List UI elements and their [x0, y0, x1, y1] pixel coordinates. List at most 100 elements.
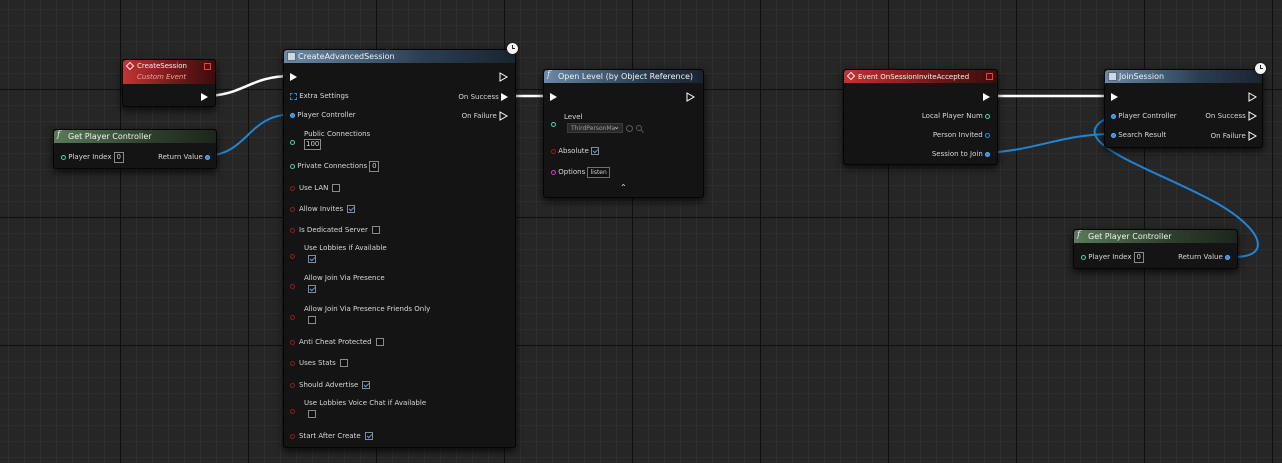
player-index-pin[interactable]: Player Index 0	[61, 150, 124, 164]
pin-label: Anti Cheat Protected	[299, 338, 372, 346]
options-pin[interactable]: Options listen	[551, 165, 610, 179]
player-index-input[interactable]: 0	[1133, 251, 1144, 263]
node-title: Get Player Controller	[68, 132, 152, 141]
return-value-pin[interactable]: Return Value	[158, 150, 210, 164]
function-f-icon: f	[57, 130, 61, 140]
anti-cheat-checkbox[interactable]	[375, 338, 384, 346]
exec-arrow-outline-icon	[1248, 111, 1257, 121]
exec-out-pin[interactable]	[686, 90, 695, 104]
delegate-pin-icon[interactable]	[986, 73, 993, 80]
should-advertise-pin[interactable]: Should Advertise	[290, 378, 371, 392]
on-failure-pin[interactable]: On Failure	[462, 109, 508, 123]
bool-pin-icon	[290, 315, 295, 320]
exec-out-pin[interactable]	[499, 70, 508, 84]
join-session-node[interactable]: JoinSession Player Controller Search Res…	[1104, 69, 1263, 148]
pin-label: Private Connections	[297, 162, 368, 170]
is-dedicated-server-pin[interactable]: Is Dedicated Server	[290, 223, 380, 237]
exec-arrow-outline-icon	[686, 92, 695, 102]
exec-in-pin[interactable]	[290, 70, 297, 84]
object-pin-icon	[205, 154, 210, 160]
bool-pin-icon	[290, 339, 295, 345]
exec-out-pin[interactable]	[201, 90, 208, 104]
exec-arrow-icon	[201, 93, 208, 101]
on-success-pin[interactable]: On Success	[1205, 109, 1257, 123]
use-lobbies-voice-checkbox[interactable]	[308, 410, 316, 418]
int-pin-icon	[61, 154, 66, 160]
exec-in-pin[interactable]	[550, 90, 557, 104]
pin-label: Uses Stats	[299, 359, 336, 367]
local-player-num-pin[interactable]: Local Player Num	[922, 109, 990, 123]
exec-arrow-icon	[983, 93, 990, 101]
player-controller-pin[interactable]: Player Controller	[290, 108, 356, 122]
exec-out-pin[interactable]	[1248, 90, 1257, 104]
person-invited-pin[interactable]: Person Invited	[933, 128, 990, 142]
bool-pin-icon	[290, 382, 295, 388]
pin-label: Person Invited	[932, 131, 983, 139]
player-controller-pin[interactable]: Player Controller	[1111, 109, 1177, 123]
allow-invites-checkbox[interactable]	[347, 205, 356, 213]
use-lobbies-checkbox[interactable]	[308, 255, 316, 263]
allow-join-presence-checkbox[interactable]	[308, 285, 316, 293]
on-failure-pin[interactable]: On Failure	[1211, 129, 1257, 143]
object-wire-session	[984, 133, 1115, 154]
pin-label: Extra Settings	[299, 92, 349, 100]
create-advanced-session-node[interactable]: CreateAdvancedSession On Success On Fail…	[283, 49, 516, 448]
private-connections-input[interactable]: 0	[369, 160, 380, 172]
get-player-controller-node[interactable]: f Get Player Controller Player Index 0 R…	[53, 129, 217, 169]
player-index-input[interactable]: 0	[113, 151, 124, 163]
string-pin-icon	[551, 169, 556, 175]
function-f-icon: f	[547, 70, 551, 80]
browse-search-icon[interactable]	[635, 124, 644, 133]
function-f-icon: f	[1077, 230, 1081, 240]
pin-label: Absolute	[558, 147, 589, 155]
node-title: JoinSession	[1119, 72, 1165, 81]
bool-pin-icon	[290, 206, 295, 212]
private-connections-pin[interactable]: Private Connections 0	[290, 159, 380, 173]
pin-label: Options	[558, 168, 586, 176]
struct-pin-icon	[1111, 132, 1116, 138]
event-diamond-icon	[125, 61, 135, 71]
array-grid-icon	[290, 92, 297, 100]
use-selected-icon[interactable]	[626, 124, 633, 132]
uses-stats-pin[interactable]: Uses Stats	[290, 356, 348, 370]
create-session-event-node[interactable]: CreateSession Custom Event	[122, 59, 216, 107]
pin-label: Use Lobbies Voice Chat if Available	[304, 399, 427, 407]
exec-in-pin[interactable]	[1111, 90, 1118, 104]
absolute-pin[interactable]: Absolute	[551, 144, 600, 158]
start-after-create-pin[interactable]: Start After Create	[290, 429, 373, 443]
options-input[interactable]: listen	[587, 166, 610, 178]
collapse-arrow-icon[interactable]: ⌃	[620, 183, 627, 192]
pin-label: On Success	[1205, 112, 1246, 120]
is-dedicated-server-checkbox[interactable]	[371, 226, 380, 234]
object-pin-icon	[1111, 113, 1116, 119]
search-result-pin[interactable]: Search Result	[1111, 128, 1166, 142]
bool-pin-icon	[290, 227, 295, 233]
latent-clock-icon	[1255, 63, 1266, 74]
on-success-pin[interactable]: On Success	[458, 90, 508, 104]
exec-arrow-icon	[290, 73, 297, 81]
use-lan-checkbox[interactable]	[332, 184, 341, 192]
level-select[interactable]: ThirdPersonMa	[567, 122, 623, 133]
session-to-join-pin[interactable]: Session to Join	[932, 147, 990, 161]
allow-join-presence-friends-checkbox[interactable]	[308, 316, 316, 324]
uses-stats-checkbox[interactable]	[339, 359, 348, 367]
pin-label: Use LAN	[299, 184, 329, 192]
player-index-pin[interactable]: Player Index 0	[1081, 250, 1144, 264]
extra-settings-pin[interactable]: Extra Settings	[290, 89, 349, 103]
absolute-checkbox[interactable]	[591, 147, 600, 155]
pin-label: Use Lobbies if Available	[304, 244, 387, 252]
struct-pin-icon	[985, 132, 990, 138]
anti-cheat-pin[interactable]: Anti Cheat Protected	[290, 335, 384, 349]
public-connections-input[interactable]: 100	[304, 139, 322, 150]
allow-invites-pin[interactable]: Allow Invites	[290, 202, 356, 216]
use-lan-pin[interactable]: Use LAN	[290, 181, 341, 195]
delegate-pin-icon[interactable]	[204, 63, 211, 70]
return-value-pin[interactable]: Return Value	[1178, 250, 1230, 264]
event-session-invite-node[interactable]: Event OnSessionInviteAccepted Local Play…	[843, 69, 998, 165]
pin-label: Start After Create	[299, 432, 361, 440]
open-level-node[interactable]: f Open Level (by Object Reference) Level…	[543, 69, 704, 198]
should-advertise-checkbox[interactable]	[362, 381, 371, 389]
start-after-create-checkbox[interactable]	[364, 432, 373, 440]
get-player-controller-node[interactable]: f Get Player Controller Player Index 0 R…	[1073, 229, 1238, 269]
exec-out-pin[interactable]	[983, 90, 990, 104]
